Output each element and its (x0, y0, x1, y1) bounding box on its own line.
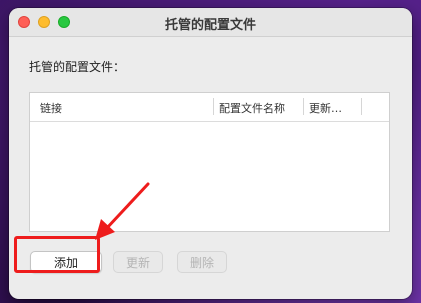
column-header-profile-name[interactable]: 配置文件名称 (219, 100, 285, 116)
update-button[interactable]: 更新 (113, 251, 163, 273)
highlight-box (14, 236, 100, 273)
column-header-updated[interactable]: 更新… (309, 100, 342, 116)
table-header: 链接 配置文件名称 更新… (30, 93, 389, 122)
column-header-link[interactable]: 链接 (40, 100, 62, 116)
column-divider[interactable] (303, 98, 304, 115)
delete-button[interactable]: 删除 (177, 251, 227, 273)
profiles-table[interactable]: 链接 配置文件名称 更新… (29, 92, 390, 232)
column-divider[interactable] (213, 98, 214, 115)
title-bar: 托管的配置文件 (9, 8, 412, 37)
window-title: 托管的配置文件 (164, 18, 256, 33)
column-divider[interactable] (361, 98, 362, 115)
section-label: 托管的配置文件： (29, 60, 126, 74)
